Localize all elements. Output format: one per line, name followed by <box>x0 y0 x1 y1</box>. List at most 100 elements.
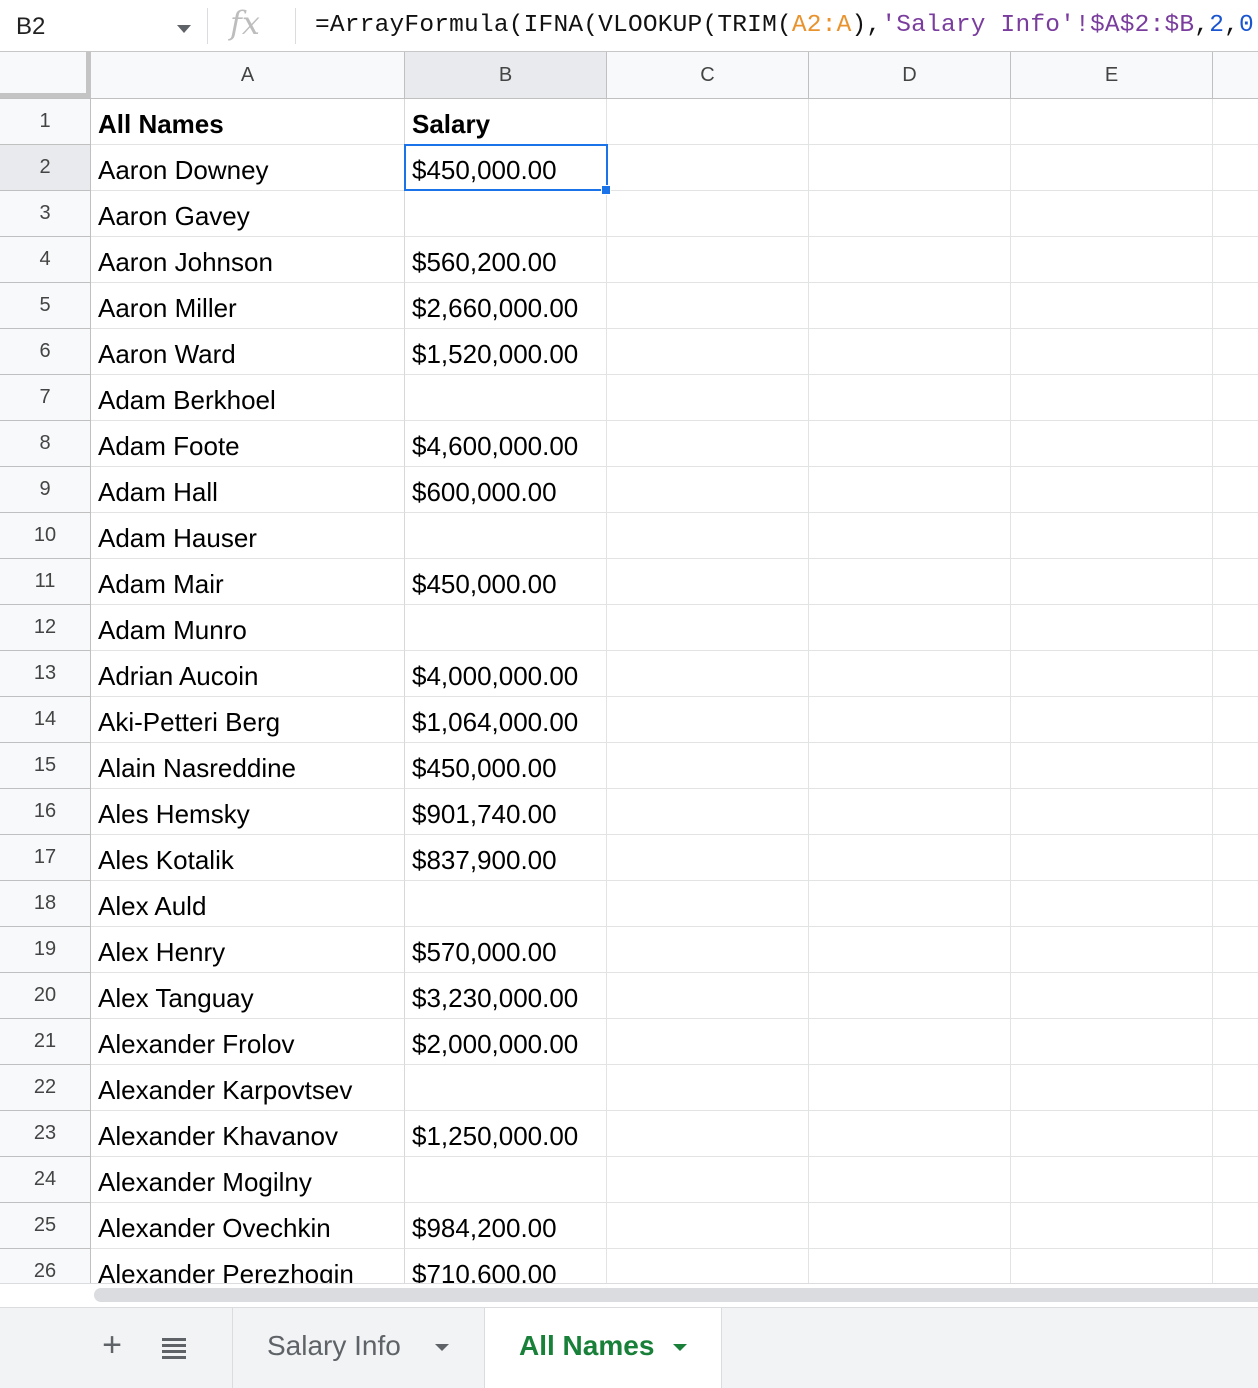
cell-e10[interactable] <box>1011 513 1213 559</box>
cell-a10[interactable]: Adam Hauser <box>91 513 405 559</box>
formula-input[interactable]: =ArrayFormula(IFNA(VLOOKUP(TRIM(A2:A),'S… <box>315 12 1258 39</box>
cell-d26[interactable] <box>809 1249 1011 1283</box>
cell-f5[interactable] <box>1213 283 1258 329</box>
plus-icon[interactable]: + <box>96 1328 128 1362</box>
column-header-c[interactable]: C <box>607 52 809 98</box>
cell-f14[interactable] <box>1213 697 1258 743</box>
cell-b19[interactable]: $570,000.00 <box>405 927 607 973</box>
cell-b1[interactable]: Salary <box>405 99 607 145</box>
row-header[interactable]: 26 <box>0 1249 91 1283</box>
chevron-down-icon[interactable] <box>177 25 191 33</box>
cell-c10[interactable] <box>607 513 809 559</box>
cell-d6[interactable] <box>809 329 1011 375</box>
cell-c8[interactable] <box>607 421 809 467</box>
cell-a13[interactable]: Adrian Aucoin <box>91 651 405 697</box>
cell-b24[interactable] <box>405 1157 607 1203</box>
cell-d23[interactable] <box>809 1111 1011 1157</box>
cell-d4[interactable] <box>809 237 1011 283</box>
cell-c24[interactable] <box>607 1157 809 1203</box>
cell-f24[interactable] <box>1213 1157 1258 1203</box>
row-header[interactable]: 23 <box>0 1111 91 1157</box>
row-header[interactable]: 11 <box>0 559 91 605</box>
cell-b10[interactable] <box>405 513 607 559</box>
cell-a1[interactable]: All Names <box>91 99 405 145</box>
cell-c15[interactable] <box>607 743 809 789</box>
row-header[interactable]: 17 <box>0 835 91 881</box>
cell-f23[interactable] <box>1213 1111 1258 1157</box>
cell-f16[interactable] <box>1213 789 1258 835</box>
row-header[interactable]: 21 <box>0 1019 91 1065</box>
cell-c7[interactable] <box>607 375 809 421</box>
cell-e2[interactable] <box>1011 145 1213 191</box>
cell-c1[interactable] <box>607 99 809 145</box>
cell-a4[interactable]: Aaron Johnson <box>91 237 405 283</box>
cell-e5[interactable] <box>1011 283 1213 329</box>
cell-b5[interactable]: $2,660,000.00 <box>405 283 607 329</box>
cell-e3[interactable] <box>1011 191 1213 237</box>
fill-handle[interactable] <box>601 185 611 195</box>
cell-d24[interactable] <box>809 1157 1011 1203</box>
cell-b16[interactable]: $901,740.00 <box>405 789 607 835</box>
cell-a6[interactable]: Aaron Ward <box>91 329 405 375</box>
cell-a15[interactable]: Alain Nasreddine <box>91 743 405 789</box>
cell-d12[interactable] <box>809 605 1011 651</box>
row-header[interactable]: 6 <box>0 329 91 375</box>
cell-e14[interactable] <box>1011 697 1213 743</box>
cell-f26[interactable] <box>1213 1249 1258 1283</box>
cell-b18[interactable] <box>405 881 607 927</box>
horizontal-scrollbar[interactable] <box>0 1283 1258 1307</box>
tab-salary-info[interactable]: Salary Info <box>232 1308 484 1388</box>
cell-e25[interactable] <box>1011 1203 1213 1249</box>
cell-d22[interactable] <box>809 1065 1011 1111</box>
cell-c25[interactable] <box>607 1203 809 1249</box>
cell-a22[interactable]: Alexander Karpovtsev <box>91 1065 405 1111</box>
cell-a26[interactable]: Alexander Perezhogin <box>91 1249 405 1283</box>
cell-c11[interactable] <box>607 559 809 605</box>
row-header[interactable]: 18 <box>0 881 91 927</box>
cell-a7[interactable]: Adam Berkhoel <box>91 375 405 421</box>
cell-f22[interactable] <box>1213 1065 1258 1111</box>
cell-a20[interactable]: Alex Tanguay <box>91 973 405 1019</box>
cell-b9[interactable]: $600,000.00 <box>405 467 607 513</box>
cell-b17[interactable]: $837,900.00 <box>405 835 607 881</box>
cell-e12[interactable] <box>1011 605 1213 651</box>
cell-a2[interactable]: Aaron Downey <box>91 145 405 191</box>
cell-c12[interactable] <box>607 605 809 651</box>
cell-e15[interactable] <box>1011 743 1213 789</box>
cell-d14[interactable] <box>809 697 1011 743</box>
cell-d16[interactable] <box>809 789 1011 835</box>
cell-b7[interactable] <box>405 375 607 421</box>
cell-e8[interactable] <box>1011 421 1213 467</box>
cell-b12[interactable] <box>405 605 607 651</box>
cell-d15[interactable] <box>809 743 1011 789</box>
cell-b25[interactable]: $984,200.00 <box>405 1203 607 1249</box>
row-header[interactable]: 10 <box>0 513 91 559</box>
cell-c26[interactable] <box>607 1249 809 1283</box>
cell-a3[interactable]: Aaron Gavey <box>91 191 405 237</box>
column-header-e[interactable]: E <box>1011 52 1213 98</box>
cell-f3[interactable] <box>1213 191 1258 237</box>
cell-c22[interactable] <box>607 1065 809 1111</box>
cell-e22[interactable] <box>1011 1065 1213 1111</box>
cell-d19[interactable] <box>809 927 1011 973</box>
cell-f17[interactable] <box>1213 835 1258 881</box>
cell-f11[interactable] <box>1213 559 1258 605</box>
cell-e6[interactable] <box>1011 329 1213 375</box>
row-header[interactable]: 14 <box>0 697 91 743</box>
cell-f15[interactable] <box>1213 743 1258 789</box>
cell-a21[interactable]: Alexander Frolov <box>91 1019 405 1065</box>
chevron-down-icon[interactable] <box>435 1344 449 1351</box>
cell-b3[interactable] <box>405 191 607 237</box>
cell-e17[interactable] <box>1011 835 1213 881</box>
cell-f1[interactable] <box>1213 99 1258 145</box>
cell-c5[interactable] <box>607 283 809 329</box>
cell-b11[interactable]: $450,000.00 <box>405 559 607 605</box>
cell-b23[interactable]: $1,250,000.00 <box>405 1111 607 1157</box>
cell-e1[interactable] <box>1011 99 1213 145</box>
tab-all-names[interactable]: All Names <box>484 1308 722 1388</box>
cell-d7[interactable] <box>809 375 1011 421</box>
cell-e7[interactable] <box>1011 375 1213 421</box>
scrollbar-thumb[interactable] <box>94 1288 1258 1302</box>
cell-c6[interactable] <box>607 329 809 375</box>
column-header-a[interactable]: A <box>91 52 405 98</box>
